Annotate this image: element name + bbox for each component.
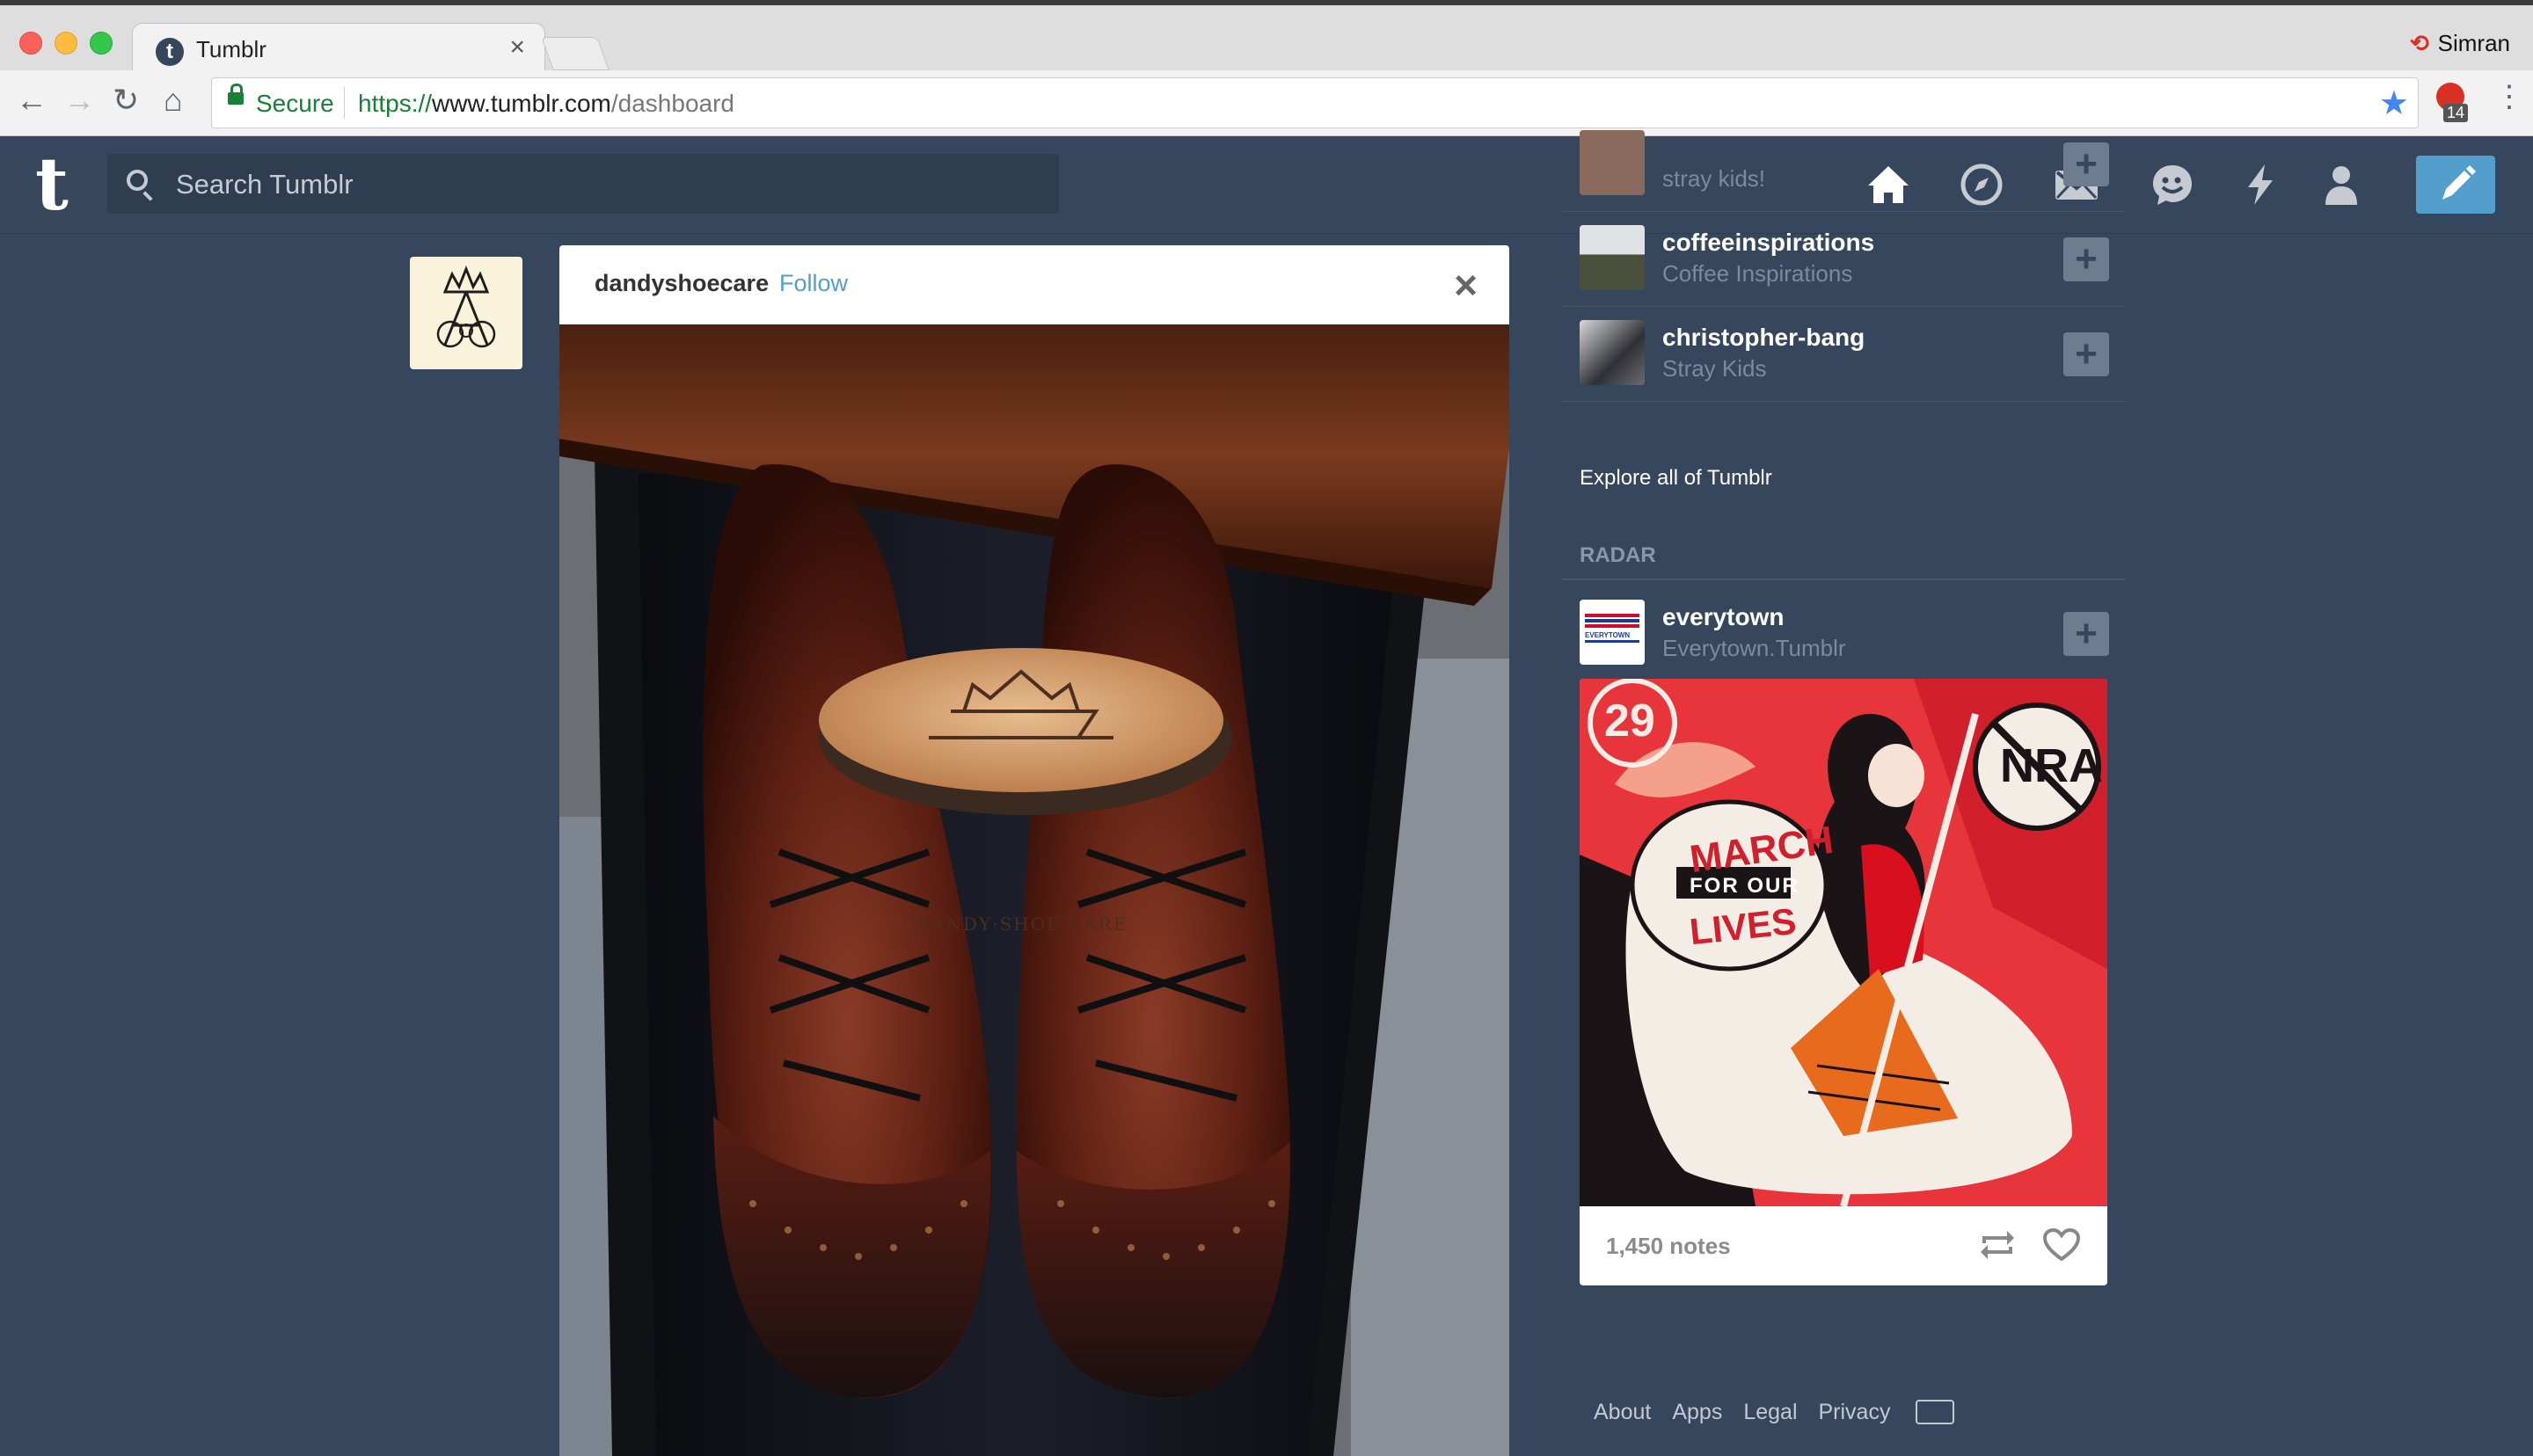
recommended-blog-title: Coffee Inspirations	[1662, 260, 1853, 287]
sync-error-icon: ⟲	[2409, 30, 2429, 56]
radar-blog-name[interactable]: everytown	[1662, 603, 1785, 631]
recommended-blog-item[interactable]: christopher-bang Stray Kids +	[1562, 306, 2125, 402]
follow-plus-button[interactable]: +	[2063, 332, 2109, 376]
recommended-blog-name[interactable]: christopher-bang	[1662, 324, 1865, 352]
post-notes-count[interactable]: 1,450 notes	[1606, 1233, 1731, 1260]
radar-blog-title: Everytown.Tumblr	[1662, 635, 1846, 661]
tumblr-favicon-icon: t	[156, 38, 184, 66]
radar-divider	[1562, 579, 2125, 580]
everytown-avatar: EVERYTOWN	[1580, 600, 1645, 665]
footer-link-privacy[interactable]: Privacy	[1819, 1400, 1891, 1424]
post-blog-name[interactable]: dandyshoecare	[595, 270, 769, 297]
explore-link[interactable]: Explore all of Tumblr	[1580, 466, 1772, 491]
recommended-blog-item[interactable]: stray kids! +	[1562, 116, 2125, 212]
search-box[interactable]	[107, 154, 1059, 214]
recommended-blog-title: stray kids!	[1662, 165, 1766, 192]
radar-post-card: MARCH FOR OUR LIVES NRA 29 1,450 notes	[1580, 679, 2107, 1285]
close-icon[interactable]: ×	[1454, 261, 1478, 309]
crown-monogram-icon	[436, 265, 496, 348]
profile-button[interactable]: ⟲ Simran	[2410, 30, 2510, 57]
illustration-nra-text: NRA	[2000, 739, 2103, 792]
follow-plus-button[interactable]: +	[2063, 142, 2109, 186]
illustration-for-our-text: FOR OUR	[1690, 874, 1799, 898]
brush-brand-text: DANDY·SHOE CARE	[916, 914, 1128, 935]
follow-button[interactable]: Follow	[779, 270, 848, 297]
dashboard-post: dandyshoecare Follow × DANDY·SHOE CARE	[559, 245, 1509, 1456]
reload-icon[interactable]: ↻	[113, 83, 139, 118]
secure-label: Secure	[256, 90, 334, 117]
tab-title: Tumblr	[196, 36, 266, 62]
account-person-icon[interactable]	[2318, 161, 2365, 208]
window-close-button[interactable]	[19, 32, 42, 55]
window-zoom-button[interactable]	[90, 32, 113, 55]
post-photo-shoes[interactable]	[559, 324, 1509, 1456]
footer-link-legal[interactable]: Legal	[1743, 1400, 1797, 1424]
post-blog-avatar[interactable]	[410, 257, 522, 369]
recommended-blog-title: Stray Kids	[1662, 355, 1767, 382]
blog-avatar	[1580, 320, 1645, 385]
lock-icon	[228, 84, 244, 105]
recommended-blog-item[interactable]: coffeeinspirations Coffee Inspirations +	[1562, 211, 2125, 307]
recommended-blog-name[interactable]: coffeeinspirations	[1662, 229, 1874, 257]
compose-post-button[interactable]	[2416, 156, 2495, 214]
footer-links: About Apps Legal Privacy	[1594, 1400, 1911, 1425]
footer-link-apps[interactable]: Apps	[1672, 1400, 1722, 1424]
illustration-number-text: 29	[1604, 695, 1655, 746]
follow-plus-button[interactable]: +	[2063, 612, 2109, 656]
url-divider	[344, 87, 345, 119]
profile-name: Simran	[2437, 30, 2510, 56]
messaging-chat-icon[interactable]	[2149, 161, 2196, 208]
url-text[interactable]: https://www.tumblr.com/dashboard	[358, 90, 734, 118]
browser-toolbar: ← → ↻ ⌂ Secure https://www.tumblr.com/da…	[0, 70, 2533, 136]
browser-tab-tumblr[interactable]: t Tumblr ×	[132, 23, 545, 77]
tumblr-header: t	[0, 136, 2533, 234]
new-tab-button[interactable]	[541, 37, 610, 70]
blog-avatar	[1580, 130, 1645, 195]
everytown-avatar-text: EVERYTOWN	[1585, 631, 1631, 639]
reblog-icon[interactable]	[1977, 1227, 2018, 1263]
blog-avatar	[1580, 225, 1645, 290]
search-input[interactable]	[174, 164, 1040, 205]
window-minimize-button[interactable]	[55, 32, 77, 55]
browser-home-icon[interactable]: ⌂	[164, 83, 183, 118]
search-icon	[127, 170, 148, 191]
back-arrow-icon[interactable]: ←	[16, 83, 47, 118]
pencil-icon	[2442, 165, 2476, 200]
browser-menu-icon[interactable]: ⋮	[2494, 81, 2524, 113]
radar-heading: RADAR	[1580, 543, 1656, 567]
radar-blog-item[interactable]: EVERYTOWN everytown Everytown.Tumblr +	[1562, 586, 2125, 681]
like-heart-icon[interactable]	[2042, 1227, 2081, 1263]
bookmark-star-icon[interactable]: ★	[2379, 84, 2409, 123]
tab-close-icon[interactable]: ×	[509, 33, 525, 62]
activity-lightning-icon[interactable]	[2237, 161, 2284, 208]
tumblr-logo[interactable]: t	[35, 149, 69, 221]
post-header: dandyshoecare Follow ×	[559, 245, 1509, 324]
browser-tab-strip: t Tumblr × ⟲ Simran	[0, 0, 2533, 77]
forward-arrow-icon[interactable]: →	[63, 83, 95, 118]
footer-link-about[interactable]: About	[1594, 1400, 1651, 1424]
extension-badge: 14	[2443, 104, 2469, 122]
follow-plus-button[interactable]: +	[2063, 237, 2109, 281]
keyboard-shortcuts-icon[interactable]	[1916, 1400, 1954, 1424]
